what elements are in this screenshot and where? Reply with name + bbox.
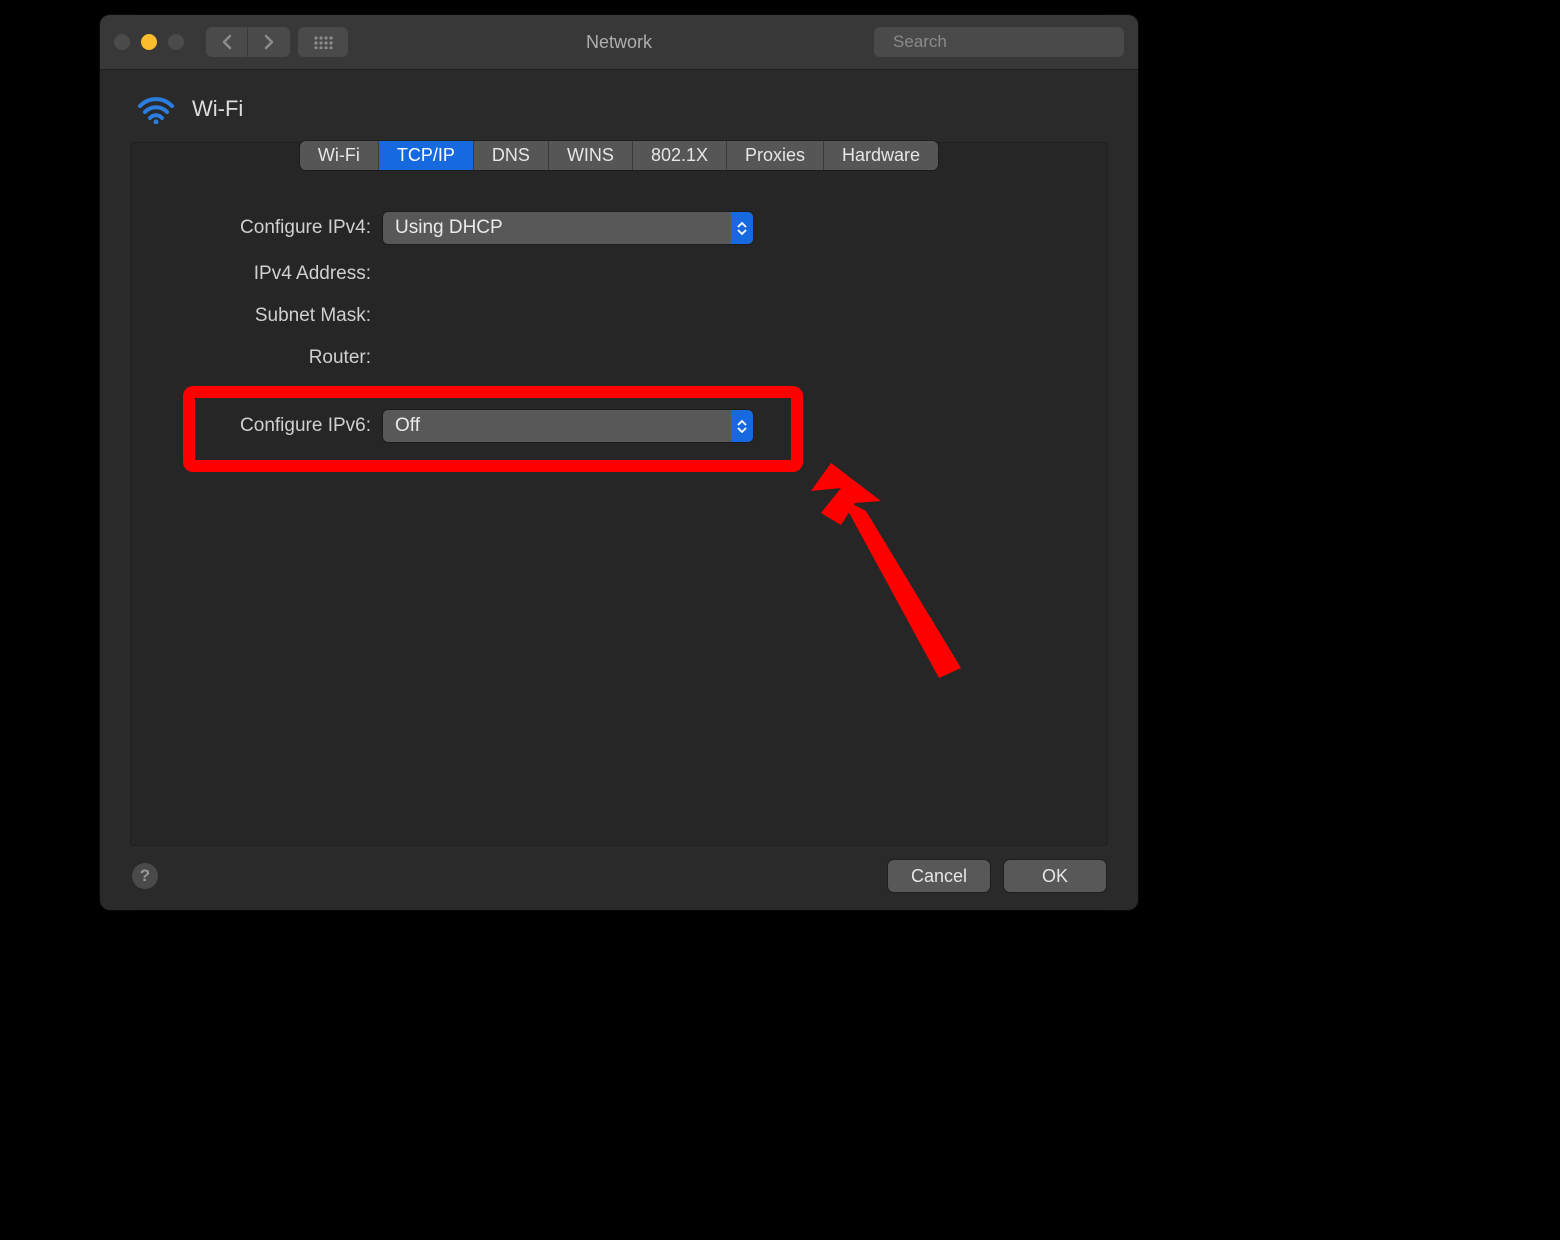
tab-8021x[interactable]: 802.1X — [633, 141, 727, 170]
tab-wins[interactable]: WINS — [549, 141, 633, 170]
tab-wifi[interactable]: Wi-Fi — [300, 141, 379, 170]
traffic-lights — [114, 34, 184, 50]
subnet-mask-value — [383, 304, 753, 328]
forward-button[interactable] — [248, 27, 290, 57]
cancel-button[interactable]: Cancel — [888, 860, 990, 892]
ipv4-address-value — [383, 262, 753, 286]
search-input[interactable] — [893, 32, 1114, 52]
window-body: Wi-Fi Wi-Fi TCP/IP DNS WINS 802.1X Proxi… — [100, 70, 1138, 910]
configure-ipv6-label: Configure IPv6: — [131, 415, 371, 437]
fullscreen-window-button[interactable] — [168, 34, 184, 50]
search-field[interactable] — [874, 27, 1124, 57]
help-button[interactable]: ? — [132, 863, 158, 889]
back-button[interactable] — [206, 27, 248, 57]
chevron-right-icon — [263, 34, 275, 50]
configure-ipv4-label: Configure IPv4: — [131, 217, 371, 239]
wifi-icon — [136, 94, 176, 124]
header: Wi-Fi — [130, 88, 1108, 142]
tabbar: Wi-Fi TCP/IP DNS WINS 802.1X Proxies Har… — [300, 141, 938, 170]
titlebar: Network — [100, 15, 1138, 70]
grid-icon — [313, 35, 333, 49]
router-value — [383, 346, 753, 370]
footer: ? Cancel OK — [130, 846, 1108, 892]
chevron-left-icon — [221, 34, 233, 50]
configure-ipv6-dropdown[interactable]: Off — [383, 410, 753, 442]
configure-ipv4-dropdown[interactable]: Using DHCP — [383, 212, 753, 244]
annotation-arrow-icon — [811, 463, 981, 683]
ok-button[interactable]: OK — [1004, 860, 1106, 892]
ipv4-address-label: IPv4 Address: — [131, 263, 371, 285]
subnet-mask-label: Subnet Mask: — [131, 305, 371, 327]
configure-ipv4-value: Using DHCP — [395, 217, 503, 239]
tab-dns[interactable]: DNS — [474, 141, 549, 170]
close-window-button[interactable] — [114, 34, 130, 50]
nav-buttons — [206, 27, 290, 57]
settings-panel: Wi-Fi TCP/IP DNS WINS 802.1X Proxies Har… — [130, 142, 1108, 846]
router-label: Router: — [131, 347, 371, 369]
cancel-button-label: Cancel — [911, 866, 967, 887]
minimize-window-button[interactable] — [141, 34, 157, 50]
tab-proxies[interactable]: Proxies — [727, 141, 824, 170]
configure-ipv6-value: Off — [395, 415, 420, 437]
show-all-button[interactable] — [298, 27, 348, 57]
tab-hardware[interactable]: Hardware — [824, 141, 938, 170]
tabs: Wi-Fi TCP/IP DNS WINS 802.1X Proxies Har… — [131, 141, 1107, 170]
tcpip-form: Configure IPv4: Using DHCP IPv4 Address:… — [131, 212, 1107, 442]
search-icon — [884, 34, 885, 50]
dropdown-chevrons-icon — [731, 410, 753, 442]
ok-button-label: OK — [1042, 866, 1068, 887]
dropdown-chevrons-icon — [731, 212, 753, 244]
help-icon: ? — [140, 866, 150, 886]
page-title: Wi-Fi — [192, 96, 243, 122]
preferences-window: Network Wi-Fi Wi-Fi TCP/IP — [100, 15, 1138, 910]
tab-tcpip[interactable]: TCP/IP — [379, 141, 474, 170]
